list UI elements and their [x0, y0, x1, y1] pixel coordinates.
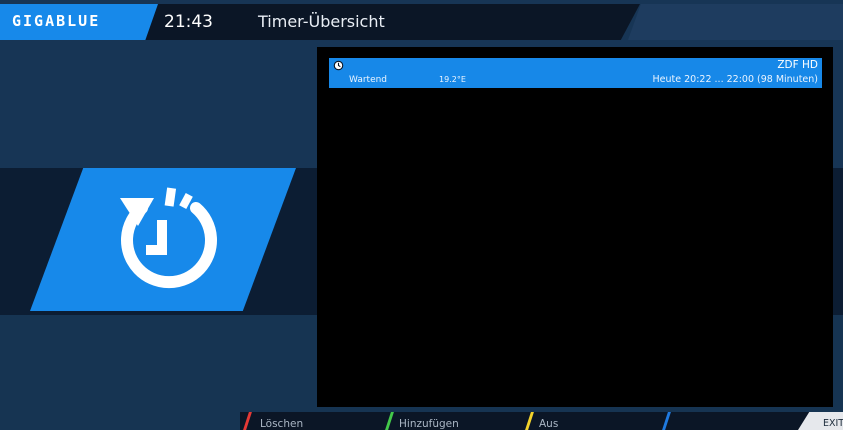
timer-time: Heute 20:22 ... 22:00 (98 Minuten)	[652, 74, 818, 85]
timer-list-panel: ZDF HD Wartend 19.2°E Heute 20:22 ... 22…	[317, 47, 833, 407]
exit-button-label: EXIT	[823, 418, 843, 429]
header-bar: GIGABLUE 21:43 Timer-Übersicht	[0, 0, 843, 40]
clock-icon	[333, 60, 344, 71]
clock: 21:43	[164, 12, 213, 32]
header-right-band	[628, 4, 843, 40]
gigablue-logo: GIGABLUE	[12, 12, 101, 30]
yellow-button-label: Aus	[539, 418, 559, 430]
page-title: Timer-Übersicht	[258, 12, 385, 31]
red-button-label: Löschen	[260, 418, 304, 430]
footer-bar: Löschen Hinzufügen Aus	[0, 412, 843, 430]
timer-icon	[120, 187, 217, 289]
timer-satellite: 19.2°E	[439, 75, 466, 84]
timer-row[interactable]: ZDF HD Wartend 19.2°E Heute 20:22 ... 22…	[329, 58, 822, 88]
timer-channel: ZDF HD	[777, 59, 818, 71]
timer-status: Wartend	[349, 75, 388, 85]
green-button-label: Hinzufügen	[399, 418, 459, 430]
